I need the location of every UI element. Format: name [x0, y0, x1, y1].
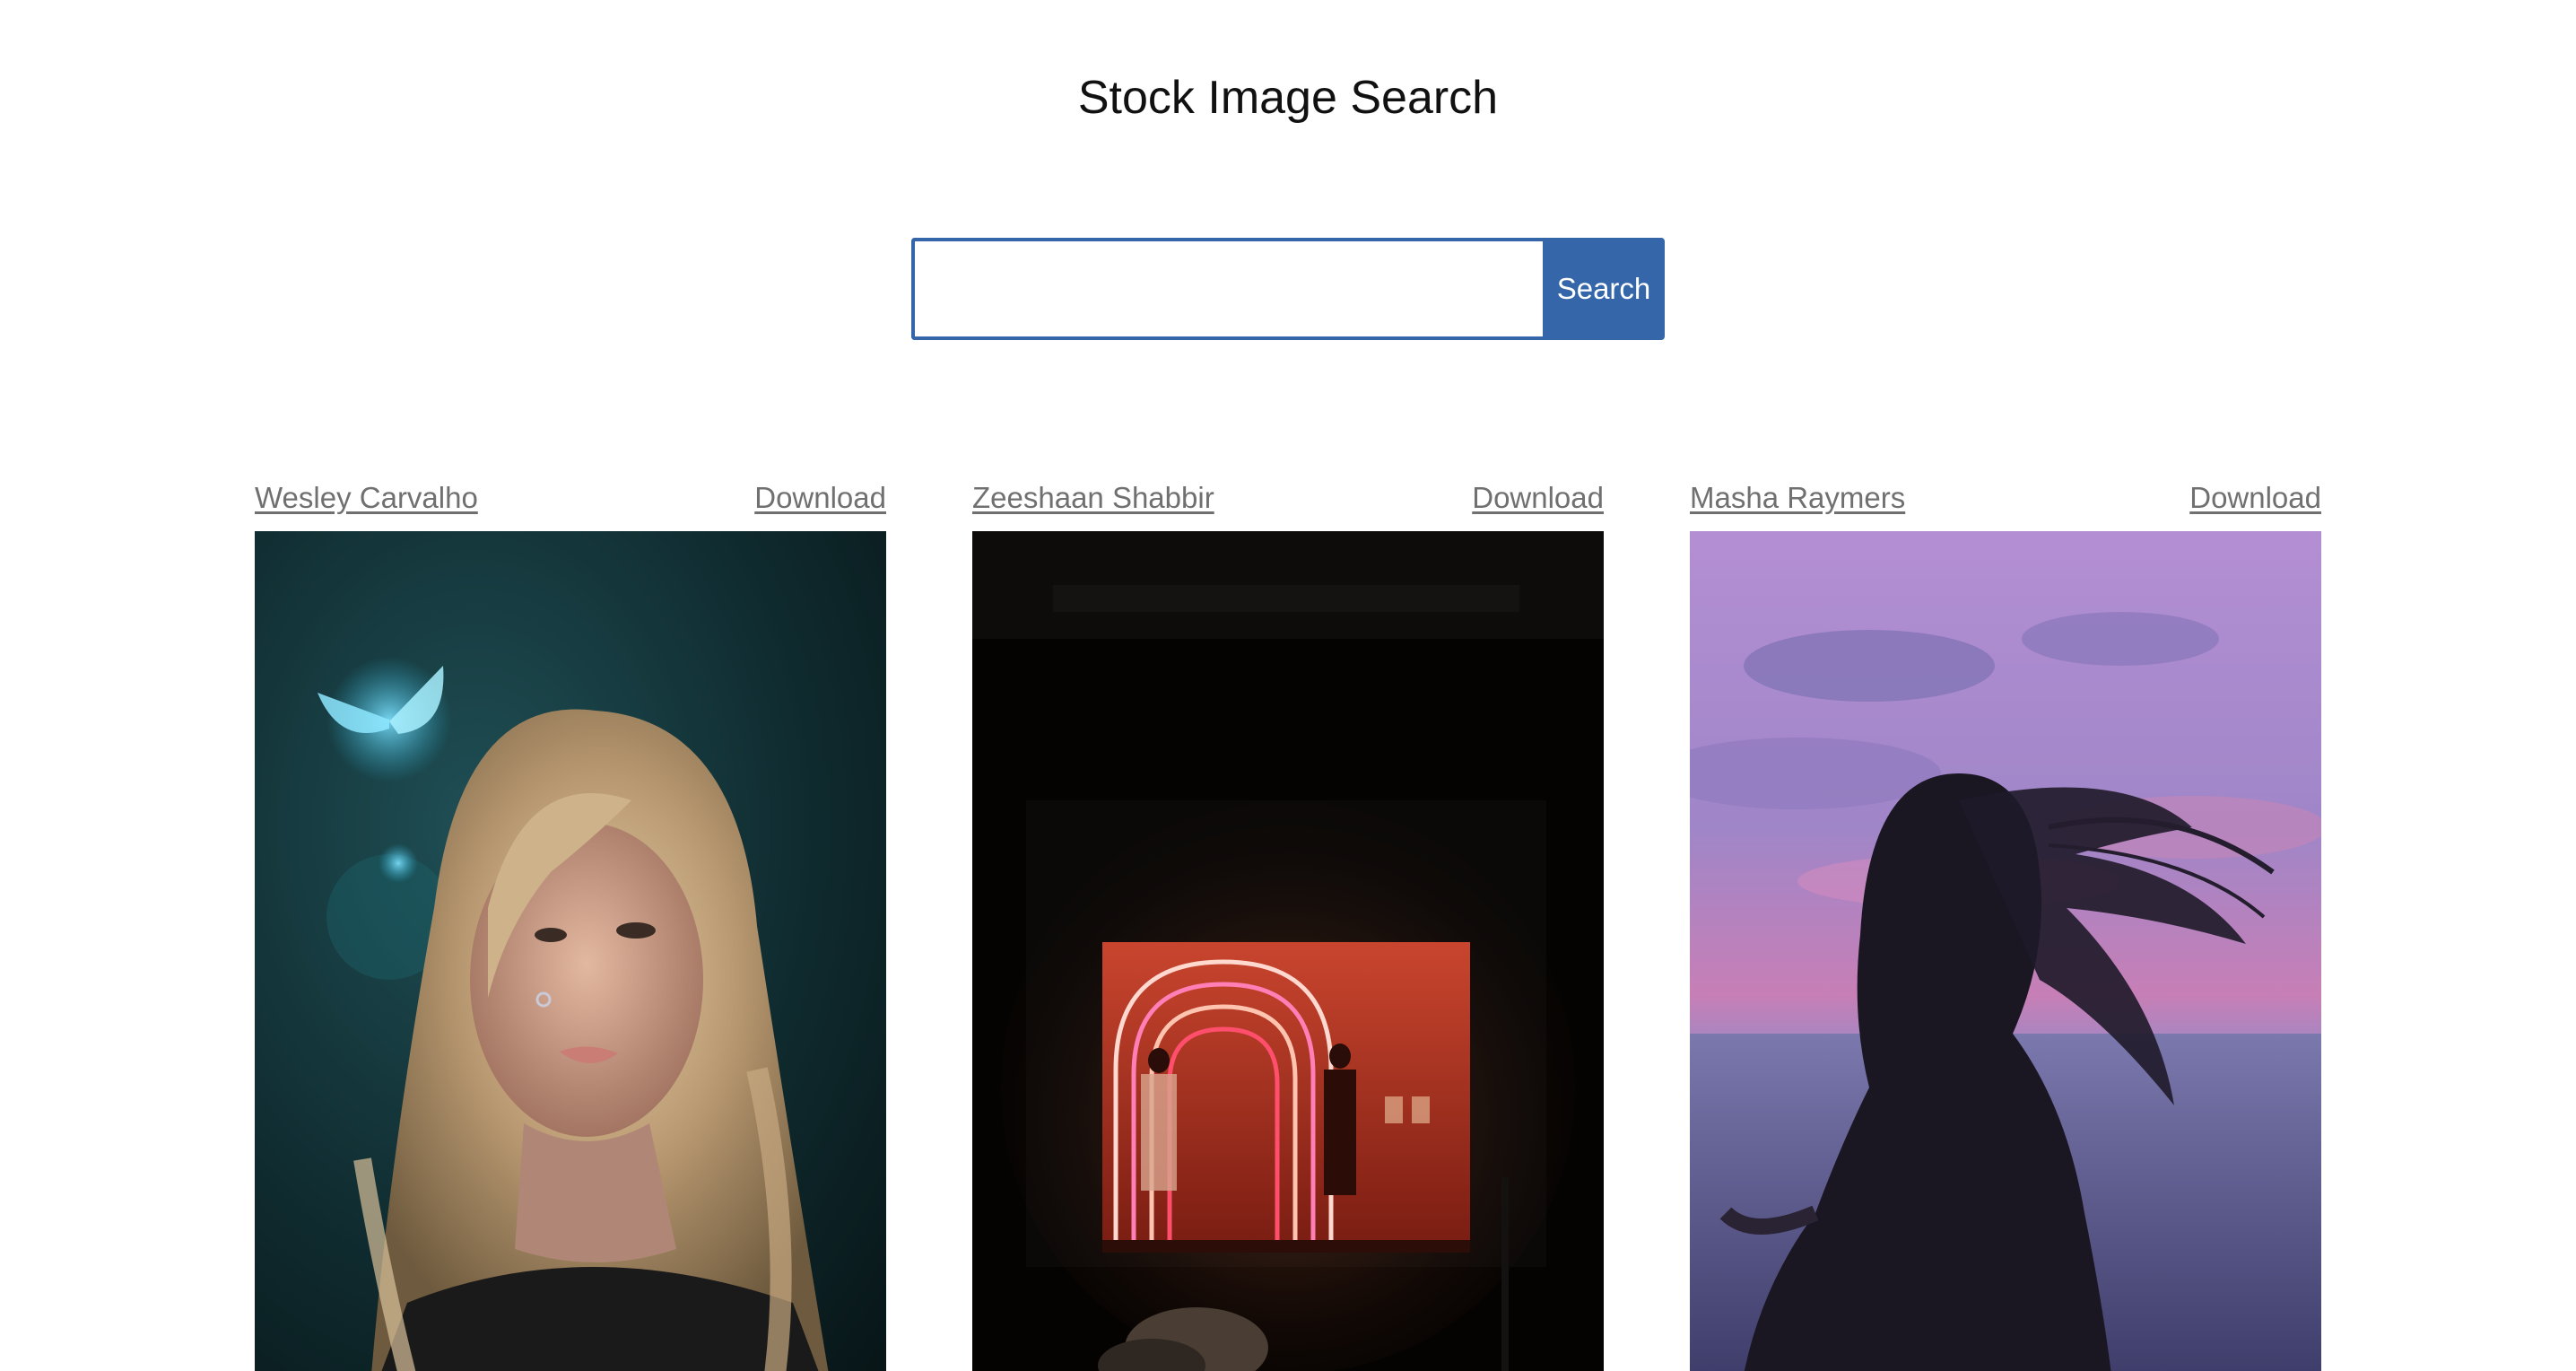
download-link[interactable]: Download — [1472, 481, 1604, 515]
result-card: Masha Raymers Download — [1690, 476, 2321, 1371]
download-link[interactable]: Download — [2189, 481, 2321, 515]
card-header: Masha Raymers Download — [1690, 476, 2321, 520]
result-image[interactable] — [972, 531, 1604, 1371]
card-header: Wesley Carvalho Download — [255, 476, 886, 520]
result-image[interactable] — [255, 531, 886, 1371]
author-link[interactable]: Zeeshaan Shabbir — [972, 481, 1214, 515]
result-image[interactable] — [1690, 531, 2321, 1371]
result-card: Zeeshaan Shabbir Download — [972, 476, 1604, 1371]
download-link[interactable]: Download — [754, 481, 886, 515]
search-button[interactable]: Search — [1543, 238, 1665, 340]
author-link[interactable]: Wesley Carvalho — [255, 481, 478, 515]
search-input[interactable] — [911, 238, 1543, 340]
result-card: Wesley Carvalho Download — [255, 476, 886, 1371]
card-header: Zeeshaan Shabbir Download — [972, 476, 1604, 520]
search-bar: Search — [911, 238, 1665, 340]
page: Stock Image Search Search Wesley Carvalh… — [0, 0, 2576, 1371]
author-link[interactable]: Masha Raymers — [1690, 481, 1905, 515]
page-title: Stock Image Search — [1077, 72, 1499, 124]
